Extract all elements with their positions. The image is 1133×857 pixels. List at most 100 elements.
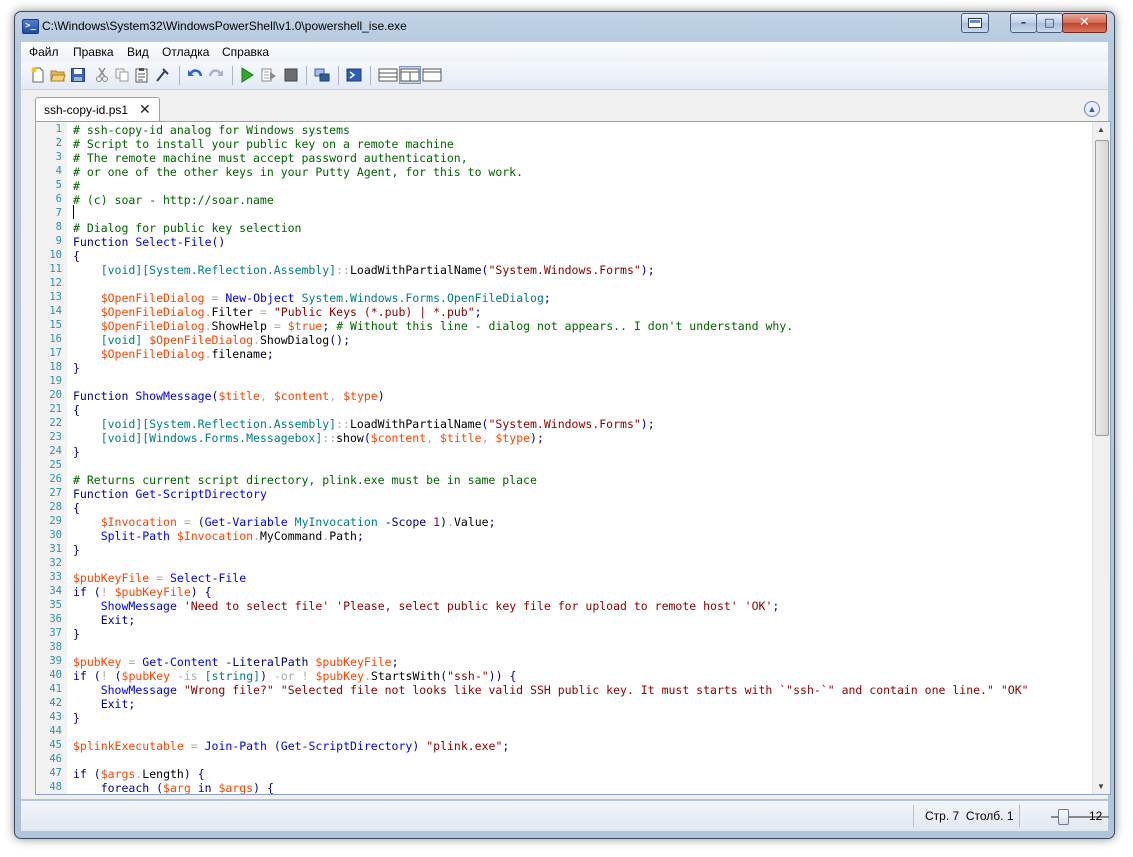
code-line: }	[73, 711, 80, 725]
layout-right-icon[interactable]	[399, 66, 421, 84]
code-line: [void][Windows.Forms.Messagebox]::show($…	[100, 431, 544, 445]
start-powershell-icon[interactable]	[346, 67, 362, 83]
line-number: 13	[49, 291, 62, 303]
line-number: 15	[49, 319, 62, 331]
line-number: 46	[49, 753, 62, 765]
scrollbar-thumb[interactable]	[1095, 140, 1109, 436]
toolbar-separator	[338, 66, 339, 85]
menu-debug[interactable]: Отладка	[162, 45, 209, 59]
line-number: 7	[55, 207, 62, 219]
code-line: Exit;	[100, 697, 136, 711]
zoom-slider-thumb[interactable]	[1058, 809, 1069, 825]
line-number: 10	[49, 249, 62, 261]
code-line: # Script to install your public key on a…	[73, 137, 454, 151]
close-button[interactable]: ✕	[1062, 13, 1107, 33]
code-line: ShowMessage "Wrong file?" "Selected file…	[100, 683, 1029, 697]
restore-layout-button[interactable]	[961, 13, 989, 33]
tab-close-icon[interactable]: ✕	[139, 101, 151, 118]
menu-help[interactable]: Справка	[222, 45, 269, 59]
cursor-position: Стр. 7 Столб. 1	[925, 809, 1014, 823]
run-selection-icon[interactable]	[261, 67, 277, 83]
undo-icon[interactable]	[187, 67, 203, 83]
clear-console-icon[interactable]	[155, 67, 171, 83]
collapse-pane-icon[interactable]: ▲	[1084, 101, 1100, 117]
code-line: [void] $OpenFileDialog.ShowDialog();	[100, 333, 351, 347]
remote-tab-icon[interactable]	[314, 67, 330, 83]
line-number: 42	[49, 697, 62, 709]
status-divider	[1019, 805, 1020, 827]
code-line: # ssh-copy-id analog for Windows systems	[73, 123, 350, 137]
line-number: 44	[49, 725, 62, 737]
ise-window: >_ C:\Windows\System32\WindowsPowerShell…	[14, 11, 1115, 839]
code-line: Exit;	[100, 613, 136, 627]
code-line: $pubKeyFile = Select-File	[73, 571, 247, 585]
line-number: 9	[55, 235, 62, 247]
powershell-app-icon: >_	[22, 19, 39, 34]
save-icon[interactable]	[70, 67, 86, 83]
code-line: }	[73, 627, 80, 641]
layout-max-icon[interactable]	[422, 67, 442, 83]
code-line: [void][System.Reflection.Assembly]::Load…	[100, 417, 655, 431]
line-number: 35	[49, 599, 62, 611]
line-number: 37	[49, 627, 62, 639]
line-number: 26	[49, 473, 62, 485]
line-number: 28	[49, 501, 62, 513]
line-number: 47	[49, 767, 62, 779]
code-line: }	[73, 445, 80, 459]
title-bar[interactable]: >_ C:\Windows\System32\WindowsPowerShell…	[15, 12, 1114, 40]
line-number: 38	[49, 641, 62, 653]
code-line: {	[73, 403, 80, 417]
menu-view[interactable]: Вид	[127, 45, 149, 59]
code-line: #	[73, 179, 80, 193]
line-number: 6	[55, 193, 62, 205]
layout-top-icon[interactable]	[378, 67, 398, 83]
vertical-scrollbar[interactable]: ▲ ▼	[1092, 122, 1110, 794]
line-number: 40	[49, 669, 62, 681]
code-line: if (! ($pubKey -is [string]) -or ! $pubK…	[73, 669, 517, 683]
code-area[interactable]: # ssh-copy-id analog for Windows systems…	[73, 123, 1092, 794]
redo-icon[interactable]	[208, 67, 224, 83]
line-number: 30	[49, 529, 62, 541]
line-number: 27	[49, 487, 62, 499]
line-number: 16	[49, 333, 62, 345]
stop-icon[interactable]	[283, 67, 299, 83]
minimize-button[interactable]: –	[1010, 13, 1037, 33]
copy-icon[interactable]	[114, 67, 130, 83]
line-number: 32	[49, 557, 62, 569]
scroll-down-icon[interactable]: ▼	[1097, 782, 1105, 791]
scroll-up-icon[interactable]: ▲	[1097, 125, 1105, 134]
line-number: 21	[49, 403, 62, 415]
new-file-icon[interactable]	[30, 67, 46, 83]
line-number: 4	[55, 165, 62, 177]
cut-icon[interactable]	[94, 67, 110, 83]
script-tab[interactable]: ssh-copy-id.ps1 ✕	[35, 97, 160, 122]
document-area: ssh-copy-id.ps1 ✕ ▲ 1 2 3 4 5 6 7 8 9 10 11 12 13 14 1…	[21, 90, 1111, 799]
window-title: C:\Windows\System32\WindowsPowerShell\v1…	[42, 19, 407, 33]
menu-edit[interactable]: Правка	[73, 45, 114, 59]
code-line: Function Get-ScriptDirectory	[73, 487, 267, 501]
line-number: 2	[55, 137, 62, 149]
code-line: }	[73, 543, 80, 557]
maximize-button[interactable]: □	[1036, 13, 1063, 33]
open-folder-icon[interactable]	[50, 67, 66, 83]
line-number: 3	[55, 151, 62, 163]
paste-icon[interactable]	[134, 67, 150, 83]
line-number: 11	[49, 263, 62, 275]
script-editor[interactable]: 1 2 3 4 5 6 7 8 9 10 11 12 13 14 15 16 17 18 19 20 21 22 23 24 2…	[35, 121, 1111, 795]
code-line: if (! $pubKeyFile) {	[73, 585, 212, 599]
line-number: 31	[49, 543, 62, 555]
run-script-icon[interactable]	[239, 67, 255, 83]
code-line: [void][System.Reflection.Assembly]::Load…	[100, 263, 655, 277]
code-line: # Returns current script directory, plin…	[73, 473, 537, 487]
line-number: 25	[49, 459, 62, 471]
menu-file[interactable]: Файл	[29, 45, 59, 59]
code-line: $Invocation = (Get-Variable MyInvocation…	[100, 515, 496, 529]
text-caret	[73, 205, 74, 219]
script-tab-label: ssh-copy-id.ps1	[44, 103, 129, 117]
toolbar	[21, 62, 1108, 90]
line-number: 43	[49, 711, 62, 723]
line-number: 12	[49, 277, 62, 289]
code-line: # The remote machine must accept passwor…	[73, 151, 468, 165]
line-number: 34	[49, 585, 62, 597]
code-line: $OpenFileDialog.Filter = "Public Keys (*…	[100, 305, 482, 319]
